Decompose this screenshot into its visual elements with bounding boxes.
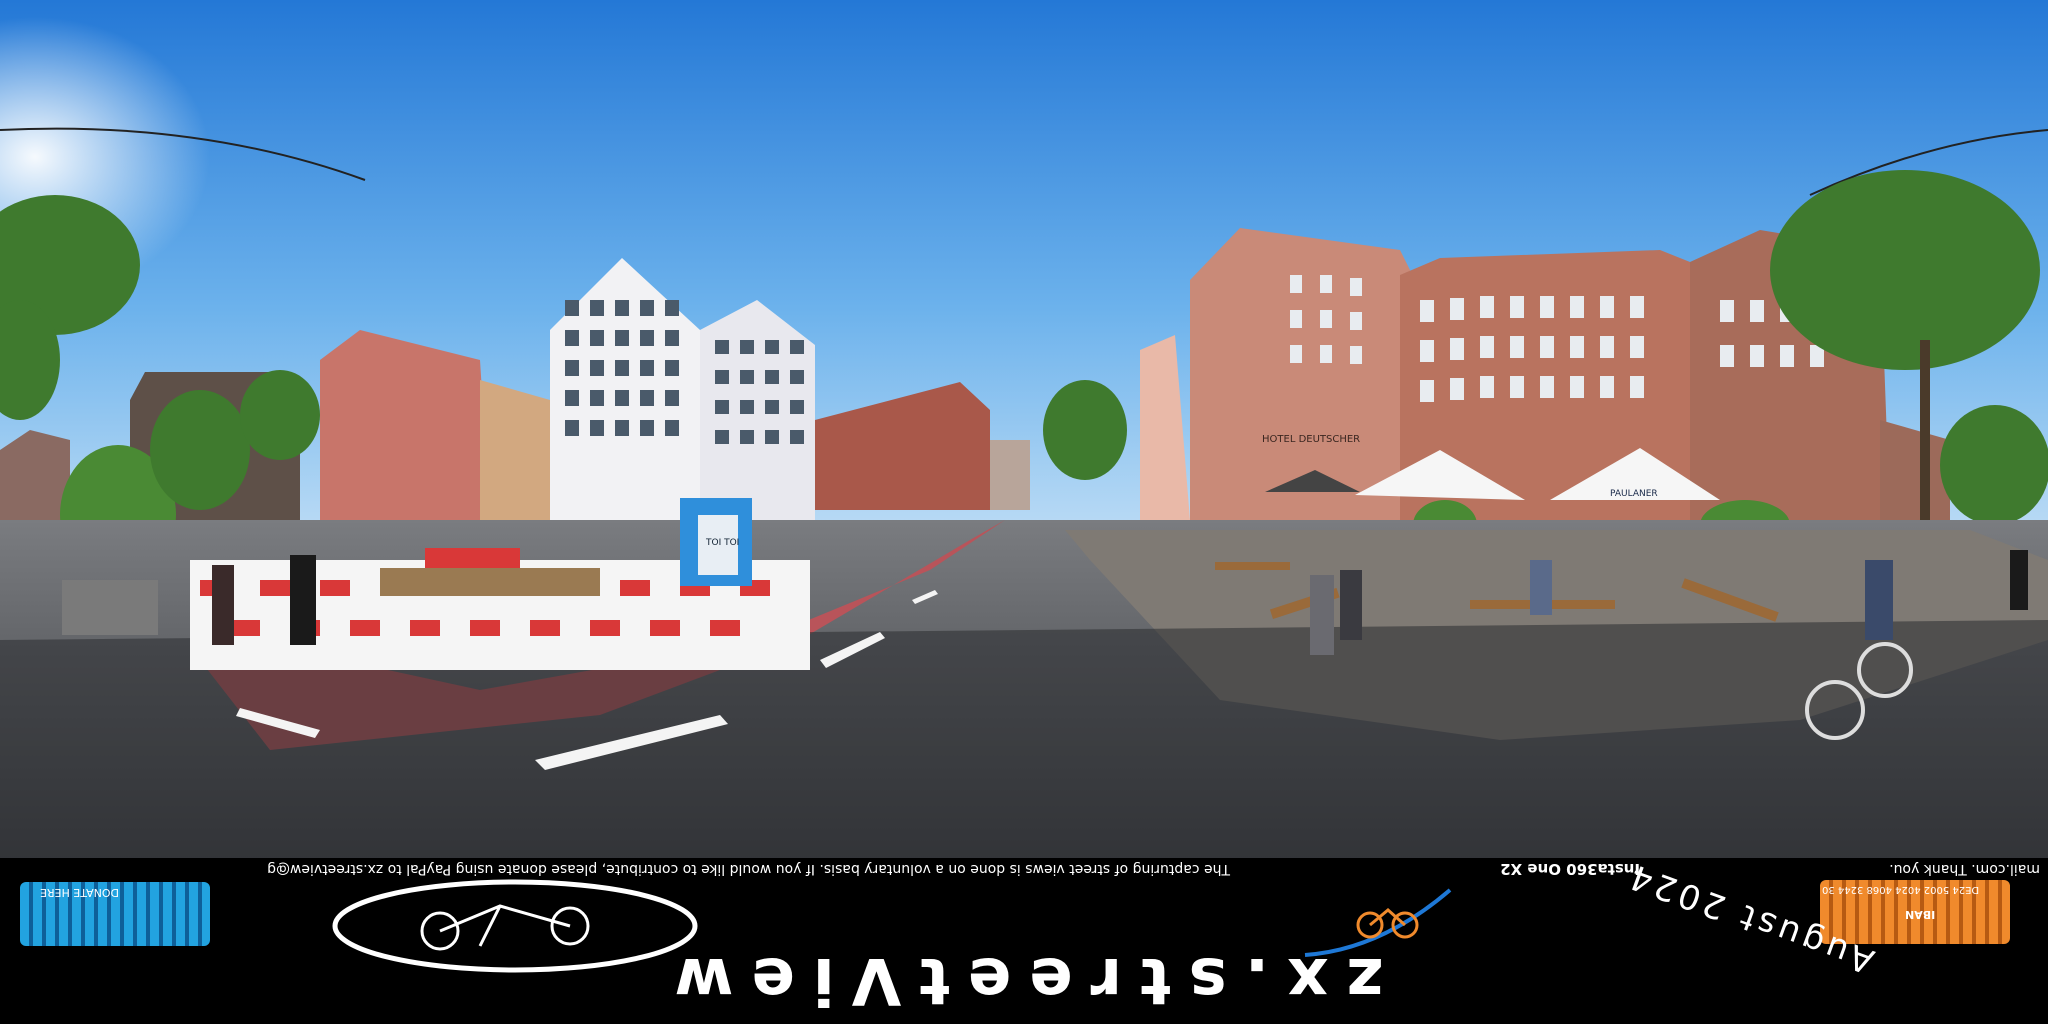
panorama-view: HOTEL DEUTSCHER TOI TOI PAULANER The cap… — [0, 0, 2048, 1024]
street-panorama-image: HOTEL DEUTSCHER TOI TOI PAULANER — [0, 0, 2048, 860]
portable-toilet: TOI TOI — [680, 498, 752, 586]
watermark-banner: The capturing of street views is done on… — [0, 858, 2048, 1024]
iban-qr-label: IBAN — [1905, 908, 1936, 921]
camera-model-label: Insta360 One X2 — [1500, 860, 1640, 878]
streetview-logo-text: zx.streetView — [656, 943, 1384, 1017]
iban-number: DE24 5002 4024 4068 3244 30 — [1822, 884, 1980, 895]
donation-message-end: mail.com. Thank you. — [1889, 861, 2040, 877]
toilet-label: TOI TOI — [705, 538, 739, 548]
planter-box — [62, 580, 158, 635]
paypal-qr-label: DONATE HERE — [40, 886, 120, 899]
hotel-sign: HOTEL DEUTSCHER — [1262, 434, 1360, 445]
tree-trunk — [1920, 340, 1930, 550]
umbrella-brand: PAULANER — [1610, 489, 1658, 499]
